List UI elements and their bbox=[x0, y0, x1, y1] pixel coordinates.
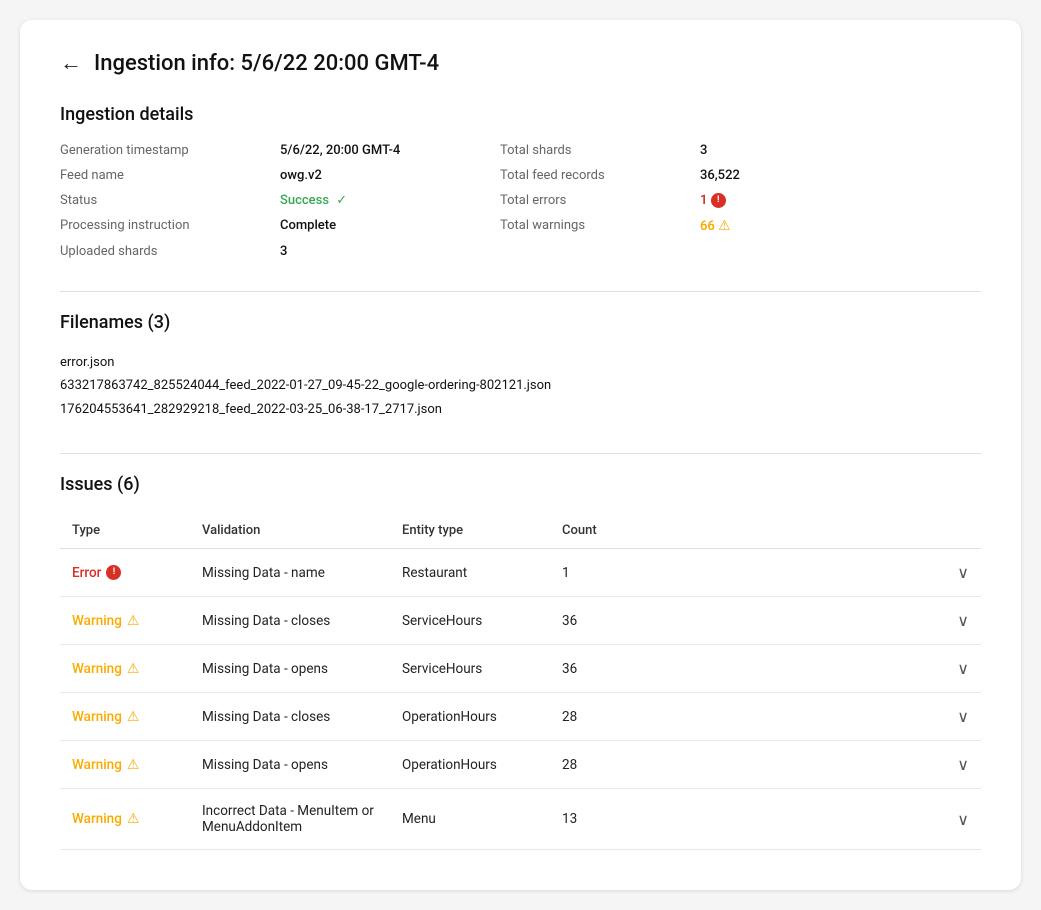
label-total-warnings: Total warnings bbox=[500, 218, 700, 234]
cell-count-2: 36 bbox=[550, 645, 630, 693]
status-check-icon: ✓ bbox=[336, 193, 347, 208]
cell-validation-4: Missing Data - opens bbox=[190, 741, 390, 789]
value-feed-name: owg.v2 bbox=[280, 168, 500, 183]
label-uploaded-shards: Uploaded shards bbox=[60, 244, 280, 259]
label-total-feed-records: Total feed records bbox=[500, 168, 700, 183]
cell-type-2: Warning ⚠ bbox=[60, 645, 190, 693]
chevron-down-icon[interactable]: ∨ bbox=[957, 611, 969, 630]
cell-validation-5: Incorrect Data - MenuItem or MenuAddonIt… bbox=[190, 789, 390, 850]
warning-icon: ⚠ bbox=[127, 811, 140, 827]
warning-triangle-icon: ⚠ bbox=[718, 218, 731, 234]
type-warning-label: Warning ⚠ bbox=[72, 811, 178, 827]
cell-count-4: 28 bbox=[550, 741, 630, 789]
back-button[interactable]: ← bbox=[60, 50, 82, 76]
cell-count-1: 36 bbox=[550, 597, 630, 645]
cell-expand-1[interactable]: ∨ bbox=[630, 597, 981, 645]
filename-1: 633217863742_825524044_feed_2022-01-27_0… bbox=[60, 374, 981, 397]
value-total-warnings: 66 ⚠ bbox=[700, 218, 860, 234]
cell-count-0: 1 bbox=[550, 549, 630, 597]
chevron-down-icon[interactable]: ∨ bbox=[957, 755, 969, 774]
col-header-action bbox=[630, 513, 981, 549]
label-total-shards: Total shards bbox=[500, 143, 700, 158]
value-total-shards: 3 bbox=[700, 143, 860, 158]
col-header-count: Count bbox=[550, 513, 630, 549]
filenames-list: error.json 633217863742_825524044_feed_2… bbox=[60, 351, 981, 421]
issues-title: Issues (6) bbox=[60, 474, 981, 495]
error-icon: ! bbox=[106, 565, 121, 580]
ingestion-details-section: Ingestion details Generation timestamp 5… bbox=[60, 104, 981, 259]
filename-0: error.json bbox=[60, 351, 981, 374]
chevron-down-icon[interactable]: ∨ bbox=[957, 707, 969, 726]
type-warning-label: Warning ⚠ bbox=[72, 613, 178, 629]
col-header-entity: Entity type bbox=[390, 513, 550, 549]
page-header: ← Ingestion info: 5/6/22 20:00 GMT-4 bbox=[60, 50, 981, 76]
table-row: Warning ⚠ Missing Data - closesServiceHo… bbox=[60, 597, 981, 645]
cell-expand-2[interactable]: ∨ bbox=[630, 645, 981, 693]
value-uploaded-shards: 3 bbox=[280, 244, 500, 259]
warning-icon: ⚠ bbox=[127, 613, 140, 629]
cell-entity-1: ServiceHours bbox=[390, 597, 550, 645]
divider-2 bbox=[60, 453, 981, 454]
label-processing-instruction: Processing instruction bbox=[60, 218, 280, 234]
type-error-label: Error ! bbox=[72, 565, 178, 581]
warning-icon: ⚠ bbox=[127, 757, 140, 773]
cell-expand-5[interactable]: ∨ bbox=[630, 789, 981, 850]
cell-type-0: Error ! bbox=[60, 549, 190, 597]
cell-type-1: Warning ⚠ bbox=[60, 597, 190, 645]
cell-type-4: Warning ⚠ bbox=[60, 741, 190, 789]
value-total-errors: 1 ! bbox=[700, 193, 860, 208]
cell-entity-3: OperationHours bbox=[390, 693, 550, 741]
label-status: Status bbox=[60, 193, 280, 208]
value-processing-instruction: Complete bbox=[280, 218, 500, 234]
label-generation-timestamp: Generation timestamp bbox=[60, 143, 280, 158]
filenames-section: Filenames (3) error.json 633217863742_82… bbox=[60, 312, 981, 421]
main-card: ← Ingestion info: 5/6/22 20:00 GMT-4 Ing… bbox=[20, 20, 1021, 890]
filename-2: 176204553641_282929218_feed_2022-03-25_0… bbox=[60, 398, 981, 421]
chevron-down-icon[interactable]: ∨ bbox=[957, 810, 969, 829]
issues-table: Type Validation Entity type Count Error … bbox=[60, 513, 981, 850]
page-title: Ingestion info: 5/6/22 20:00 GMT-4 bbox=[94, 51, 439, 76]
cell-validation-3: Missing Data - closes bbox=[190, 693, 390, 741]
chevron-down-icon[interactable]: ∨ bbox=[957, 659, 969, 678]
cell-entity-5: Menu bbox=[390, 789, 550, 850]
cell-entity-2: ServiceHours bbox=[390, 645, 550, 693]
table-row: Warning ⚠ Incorrect Data - MenuItem or M… bbox=[60, 789, 981, 850]
cell-type-3: Warning ⚠ bbox=[60, 693, 190, 741]
error-circle-icon: ! bbox=[711, 193, 726, 208]
cell-type-5: Warning ⚠ bbox=[60, 789, 190, 850]
issues-section: Issues (6) Type Validation Entity type C… bbox=[60, 474, 981, 850]
chevron-down-icon[interactable]: ∨ bbox=[957, 563, 969, 582]
label-feed-name: Feed name bbox=[60, 168, 280, 183]
cell-entity-0: Restaurant bbox=[390, 549, 550, 597]
table-row: Warning ⚠ Missing Data - closesOperation… bbox=[60, 693, 981, 741]
table-row: Warning ⚠ Missing Data - opensServiceHou… bbox=[60, 645, 981, 693]
value-generation-timestamp: 5/6/22, 20:00 GMT-4 bbox=[280, 143, 500, 158]
table-row: Error ! Missing Data - nameRestaurant1 ∨ bbox=[60, 549, 981, 597]
col-header-type: Type bbox=[60, 513, 190, 549]
label-total-errors: Total errors bbox=[500, 193, 700, 208]
cell-entity-4: OperationHours bbox=[390, 741, 550, 789]
cell-validation-2: Missing Data - opens bbox=[190, 645, 390, 693]
ingestion-details-title: Ingestion details bbox=[60, 104, 981, 125]
divider-1 bbox=[60, 291, 981, 292]
warning-icon: ⚠ bbox=[127, 709, 140, 725]
cell-count-3: 28 bbox=[550, 693, 630, 741]
cell-validation-1: Missing Data - closes bbox=[190, 597, 390, 645]
col-header-validation: Validation bbox=[190, 513, 390, 549]
cell-expand-3[interactable]: ∨ bbox=[630, 693, 981, 741]
details-grid: Generation timestamp 5/6/22, 20:00 GMT-4… bbox=[60, 143, 981, 259]
cell-expand-0[interactable]: ∨ bbox=[630, 549, 981, 597]
filenames-title: Filenames (3) bbox=[60, 312, 981, 333]
type-warning-label: Warning ⚠ bbox=[72, 757, 178, 773]
value-status: Success ✓ bbox=[280, 193, 500, 208]
table-row: Warning ⚠ Missing Data - opensOperationH… bbox=[60, 741, 981, 789]
cell-expand-4[interactable]: ∨ bbox=[630, 741, 981, 789]
type-warning-label: Warning ⚠ bbox=[72, 661, 178, 677]
value-total-feed-records: 36,522 bbox=[700, 168, 860, 183]
table-header-row: Type Validation Entity type Count bbox=[60, 513, 981, 549]
warning-icon: ⚠ bbox=[127, 661, 140, 677]
cell-count-5: 13 bbox=[550, 789, 630, 850]
type-warning-label: Warning ⚠ bbox=[72, 709, 178, 725]
cell-validation-0: Missing Data - name bbox=[190, 549, 390, 597]
